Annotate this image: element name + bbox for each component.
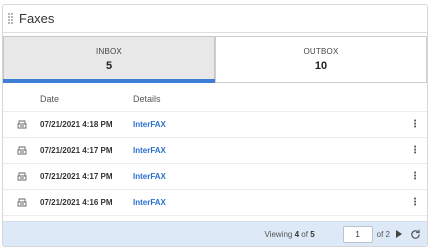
row-details-link[interactable]: InterFAX <box>133 146 166 155</box>
row-date: 07/21/2021 4:17 PM <box>40 172 113 181</box>
viewing-total: 5 <box>310 229 315 239</box>
tab-outbox-label: OUTBOX <box>303 47 339 56</box>
more-options-icon[interactable]: ⋮ <box>410 145 420 156</box>
panel-title: Faxes <box>19 11 55 26</box>
fax-tabs: INBOX 5 OUTBOX 10 <box>3 36 427 83</box>
tab-inbox-count: 5 <box>105 60 113 72</box>
row-details-link[interactable]: InterFAX <box>133 172 166 181</box>
viewing-prefix: Viewing <box>264 229 293 239</box>
row-details-link[interactable]: InterFAX <box>133 120 166 129</box>
row-date: 07/21/2021 4:17 PM <box>40 146 113 155</box>
pagination-bar: Viewing 4 of 5 of 2 <box>3 221 427 246</box>
row-date: 07/21/2021 4:18 PM <box>40 120 113 129</box>
page-number-input[interactable] <box>342 225 373 243</box>
more-options-icon[interactable]: ⋮ <box>410 171 420 182</box>
fax-icon <box>3 146 40 155</box>
viewing-summary: Viewing 4 of 5 <box>265 230 315 239</box>
table-row[interactable]: 07/21/2021 4:16 PM InterFAX ⋮ <box>3 190 427 216</box>
fax-icon <box>3 198 40 207</box>
refresh-icon[interactable] <box>410 229 421 240</box>
drag-handle-icon[interactable] <box>8 11 13 27</box>
table-row[interactable]: 07/21/2021 4:18 PM InterFAX ⋮ <box>3 112 427 138</box>
page-count-label: of 2 <box>376 229 390 239</box>
panel-header: Faxes <box>3 5 427 33</box>
faxes-panel: Faxes INBOX 5 OUTBOX 10 Date Details 07/… <box>2 4 428 247</box>
more-options-icon[interactable]: ⋮ <box>410 119 420 130</box>
row-date: 07/21/2021 4:16 PM <box>40 198 113 207</box>
table-row[interactable]: 07/21/2021 4:17 PM InterFAX ⋮ <box>3 138 427 164</box>
viewing-of: of <box>301 229 308 239</box>
fax-icon <box>3 120 40 129</box>
viewing-count: 4 <box>294 229 300 239</box>
column-header-date[interactable]: Date <box>40 94 133 104</box>
row-details-link[interactable]: InterFAX <box>133 198 166 207</box>
fax-table: Date Details 07/21/2021 4:18 PM InterFAX… <box>3 86 427 216</box>
tab-outbox[interactable]: OUTBOX 10 <box>215 36 427 83</box>
fax-icon <box>3 172 40 181</box>
column-header-details[interactable]: Details <box>133 94 427 104</box>
table-row[interactable]: 07/21/2021 4:17 PM InterFAX ⋮ <box>3 164 427 190</box>
tab-outbox-count: 10 <box>314 60 328 72</box>
next-page-icon[interactable] <box>396 230 402 238</box>
tab-inbox-label: INBOX <box>96 47 122 56</box>
table-header: Date Details <box>3 86 427 112</box>
tab-inbox[interactable]: INBOX 5 <box>3 36 215 83</box>
more-options-icon[interactable]: ⋮ <box>410 197 420 208</box>
